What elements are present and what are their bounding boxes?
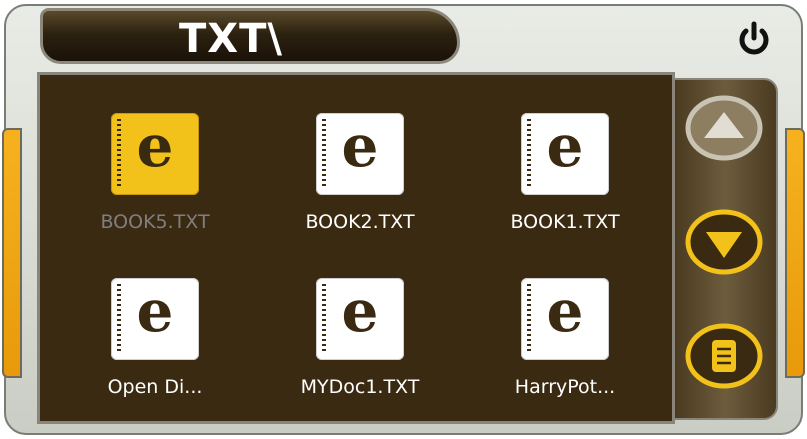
ebook-letter: e [341,112,379,180]
ebook-letter: e [136,112,174,180]
triangle-down-icon [685,209,763,275]
ebook-letter: e [136,277,174,345]
file-name: BOOK2.TXT [305,211,415,233]
file-name: HarryPot... [514,376,616,398]
ebook-file-icon: e [111,278,199,360]
file-item[interactable]: e Open Di... [60,240,250,398]
ebook-letter: e [341,277,379,345]
file-item[interactable]: e HarryPot... [470,240,660,398]
file-item[interactable]: e BOOK5.TXT [60,75,250,233]
menu-button[interactable] [684,316,764,396]
list-menu-icon [685,323,763,389]
scroll-up-button[interactable] [684,88,764,168]
ebook-file-icon: e [521,278,609,360]
file-browser-panel: e BOOK5.TXT e BOOK2.TXT e BOOK1.TXT e Op… [37,72,675,424]
ebook-file-icon: e [316,278,404,360]
left-side-bumper [2,128,22,378]
title-bar: TXT\ [40,8,460,64]
file-item[interactable]: e MYDoc1.TXT [265,240,455,398]
path-title: TXT\ [179,16,284,62]
right-side-bumper [785,128,805,378]
power-button[interactable] [734,18,774,58]
file-name: BOOK1.TXT [510,211,620,233]
ebook-file-icon: e [316,113,404,195]
ebook-letter: e [546,112,584,180]
power-icon [739,21,769,55]
file-name: MYDoc1.TXT [300,376,420,398]
triangle-up-icon [685,95,763,161]
ebook-file-icon: e [111,113,199,195]
file-name: Open Di... [107,376,203,398]
ebook-file-icon: e [521,113,609,195]
ebook-letter: e [546,277,584,345]
file-name: BOOK5.TXT [100,211,210,233]
file-item[interactable]: e BOOK2.TXT [265,75,455,233]
file-item[interactable]: e BOOK1.TXT [470,75,660,233]
scroll-side-panel [673,78,778,420]
scroll-down-button[interactable] [684,202,764,282]
